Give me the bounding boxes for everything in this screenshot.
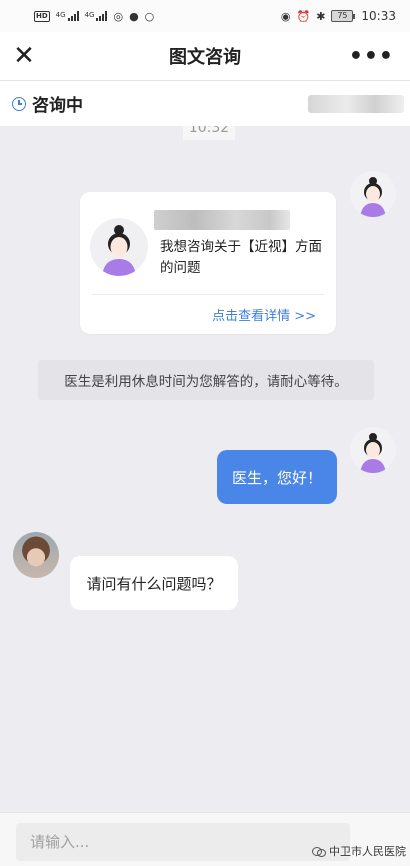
wechat-logo-icon [312, 846, 326, 857]
consult-status-bar: 咨询中 [0, 80, 410, 126]
doctor-message-bubble[interactable]: 请问有什么问题吗？ [70, 556, 238, 610]
system-notice: 医生是利用休息时间为您解答的，请耐心等待。 [38, 360, 374, 400]
loading-icon: ○ [144, 9, 155, 23]
patient-message-bubble[interactable]: 医生，您好！ [217, 450, 337, 504]
status-bar-left: HD 4G 4G ◎ ● ○ [34, 10, 154, 23]
watermark-text: 中卫市人民医院 [329, 845, 406, 858]
input-bar: 中卫市人民医院 [0, 812, 410, 866]
more-icon[interactable]: ••• [349, 40, 394, 72]
patient-avatar[interactable] [350, 171, 396, 217]
redacted-doctor-info [308, 95, 404, 113]
wifi-icon: ◎ [113, 9, 124, 23]
cell-signal-1-icon: 4G [56, 11, 79, 21]
message-input[interactable] [16, 823, 350, 861]
battery-icon: 75 [331, 10, 356, 22]
consult-status-label: 咨询中 [32, 96, 83, 116]
clock-icon [12, 96, 26, 111]
card-avatar [90, 218, 148, 276]
card-divider [92, 294, 324, 295]
close-icon[interactable]: ✕ [8, 40, 40, 72]
status-time: 10:33 [361, 9, 396, 23]
chat-timestamp: 10:32 [183, 126, 235, 140]
page-title: 图文咨询 [169, 47, 241, 68]
doctor-avatar[interactable] [13, 532, 59, 578]
watermark: 中卫市人民医院 [312, 843, 406, 859]
eye-icon: ◉ [280, 9, 291, 23]
redacted-patient-name [154, 210, 290, 230]
card-question-text: 我想咨询关于【近视】方面的问题 [160, 239, 322, 276]
patient-avatar[interactable] [350, 427, 396, 473]
hd-badge: HD [34, 10, 50, 22]
status-bar: HD 4G 4G ◎ ● ○ ◉ ⏰ ✱ 75 10:33 [0, 0, 410, 32]
bluetooth-icon: ✱ [316, 9, 326, 23]
status-bar-right: ◉ ⏰ ✱ 75 10:33 [281, 9, 396, 23]
consult-card[interactable]: 我想咨询关于【近视】方面的问题 点击查看详情 >> [80, 192, 336, 334]
wechat-icon: ● [129, 9, 139, 23]
view-details-link[interactable]: 点击查看详情 >> [212, 305, 316, 324]
cell-signal-2-icon: 4G [85, 11, 108, 21]
alarm-icon: ⏰ [296, 9, 311, 23]
nav-bar: ✕ 图文咨询 ••• [0, 32, 410, 80]
